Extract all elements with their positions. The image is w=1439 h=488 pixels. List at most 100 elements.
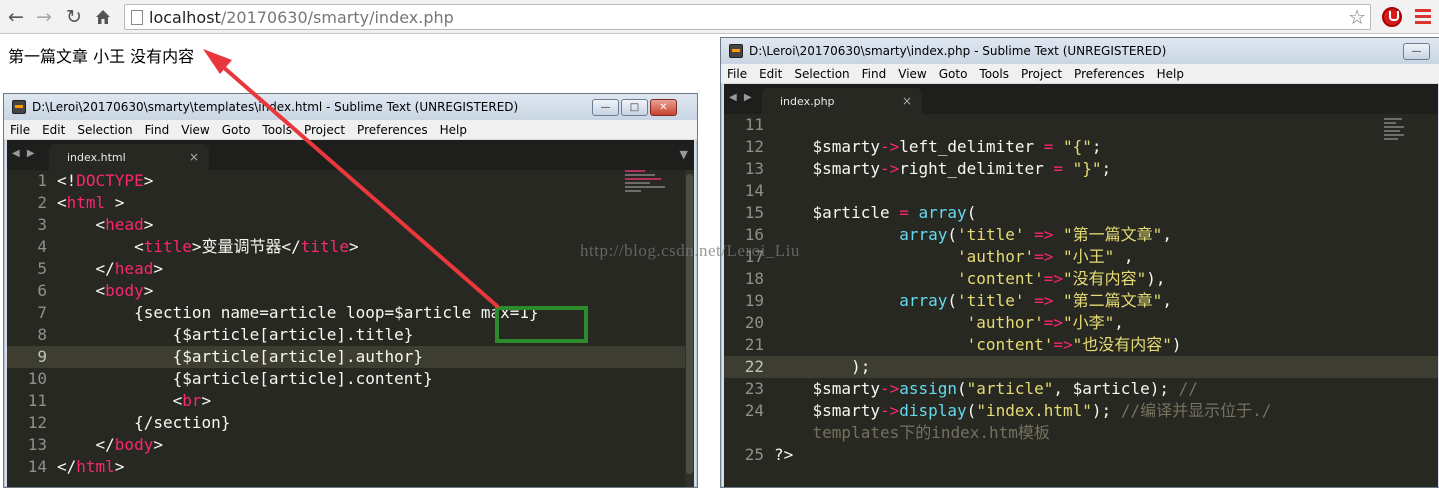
code-editor[interactable]: ◀ ▶ index.html × ▼ 1 <!DOCTYPE> 2 <html > 3 … [7,140,694,487]
tab-close-icon[interactable]: × [189,150,199,164]
reload-icon[interactable]: ↻ [62,5,86,29]
menu-item-project[interactable]: Project [1015,64,1068,84]
line-number: 11 [27,391,47,410]
code-line[interactable]: 8 {$article[article].title} [7,324,694,346]
line-number: 7 [37,303,47,322]
menu-item-file[interactable]: File [721,64,753,84]
minimize-button[interactable]: — [1403,43,1430,60]
line-number: 13 [744,159,764,178]
menu-item-view[interactable]: View [892,64,932,84]
sublime-app-icon [729,44,743,58]
extension-icon[interactable] [1382,7,1402,27]
line-number: 10 [27,369,47,388]
code-line[interactable]: 6 <body> [7,280,694,302]
code-text: $smarty->assign("article", $article); // [774,379,1198,398]
menu-item-edit[interactable]: Edit [753,64,788,84]
menu-item-selection[interactable]: Selection [788,64,855,84]
code-line[interactable]: 13 $smarty->right_delimiter = "}"; [724,158,1438,180]
watermark-text: http://blog.csdn.net/Leroi_Liu [580,241,800,260]
close-button[interactable]: ✕ [650,99,677,116]
code-line[interactable]: 16 array('title' => "第一篇文章", [724,224,1438,246]
menu-item-goto[interactable]: Goto [216,120,257,140]
menu-item-preferences[interactable]: Preferences [1068,64,1151,84]
code-line[interactable]: 15 $article = array( [724,202,1438,224]
back-arrow-icon[interactable]: ← [4,5,28,29]
code-line[interactable]: 10 {$article[article].content} [7,368,694,390]
menu-item-tools[interactable]: Tools [256,120,298,140]
menu-item-help[interactable]: Help [1151,64,1190,84]
code-line[interactable]: 14 </html> [7,456,694,478]
star-icon[interactable]: ☆ [1348,5,1366,29]
code-line[interactable]: 17 'author'=> "小王" , [724,246,1438,268]
code-line[interactable]: 19 array('title' => "第二篇文章", [724,290,1438,312]
line-number: 4 [37,237,47,256]
menu-item-help[interactable]: Help [434,120,473,140]
scroll-thumb[interactable] [686,174,693,474]
line-number: 12 [27,413,47,432]
code-line[interactable]: 12 {/section} [7,412,694,434]
code-line[interactable]: templates下的index.htm模板 [724,422,1438,444]
menu-item-edit[interactable]: Edit [36,120,71,140]
minimap[interactable] [1384,118,1434,152]
menu-bar: File Edit Selection Find View Goto Tools Projec… [4,120,697,140]
menu-item-find[interactable]: Find [856,64,893,84]
home-icon[interactable] [91,5,115,29]
tab-index-php[interactable]: index.php × [762,88,922,114]
minimize-button[interactable]: — [592,99,619,116]
code-line[interactable]: 3 <head> [7,214,694,236]
code-line[interactable]: 20 'author'=>"小李", [724,312,1438,334]
code-line[interactable]: 23 $smarty->assign("article", $article);… [724,378,1438,400]
line-number: 12 [744,137,764,156]
code-line[interactable]: 11 [724,114,1438,136]
menu-item-selection[interactable]: Selection [71,120,138,140]
code-line[interactable]: 7 {section name=article loop=$article ma… [7,302,694,324]
code-line[interactable]: 18 'content'=>"没有内容"), [724,268,1438,290]
code-text: 'content'=>"没有内容"), [957,269,1166,288]
line-number: 24 [744,401,764,420]
menu-item-goto[interactable]: Goto [933,64,974,84]
forward-arrow-icon[interactable]: → [32,5,56,29]
line-number: 5 [37,259,47,278]
code-line[interactable]: 5 </head> [7,258,694,280]
menu-item-file[interactable]: File [4,120,36,140]
tab-dropdown-icon[interactable]: ▼ [680,148,688,161]
code-text: $smarty->left_delimiter = "{"; [774,137,1102,156]
code-line[interactable]: 22 ); [724,356,1438,378]
hamburger-menu-icon[interactable] [1415,9,1431,27]
code-text: $smarty->right_delimiter = "}"; [774,159,1112,178]
line-number: 13 [27,435,47,454]
tab-nav-arrows-icon[interactable]: ◀ ▶ [12,148,37,159]
minimap[interactable] [625,170,675,204]
code-line[interactable]: 1 <!DOCTYPE> [7,170,694,192]
maximize-button[interactable]: □ [621,99,648,116]
code-line[interactable]: 9 {$article[article].author} [7,346,694,368]
tab-nav-arrows-icon[interactable]: ◀ ▶ [729,92,754,103]
code-text: {/section} [57,413,231,432]
code-line[interactable]: 11 <br> [7,390,694,412]
code-text: <html > [57,193,125,212]
code-area[interactable]: 1 <!DOCTYPE> 2 <html >3 <head> 4 <title>变量调节… [7,170,694,487]
menu-item-tools[interactable]: Tools [973,64,1015,84]
tab-index-html[interactable]: index.html × [49,144,209,170]
code-text: <!DOCTYPE> [57,171,154,190]
menu-item-view[interactable]: View [175,120,215,140]
code-line[interactable]: 2 <html > [7,192,694,214]
vertical-scrollbar[interactable] [685,170,694,487]
menu-item-find[interactable]: Find [139,120,176,140]
address-bar[interactable]: localhost/20170630/smarty/index.php ☆ [124,4,1371,30]
code-text: {$article[article].title} [57,325,414,344]
code-area[interactable]: 11 12 $smarty->left_delimiter = "{"; 13 $s… [724,114,1438,487]
menu-item-preferences[interactable]: Preferences [351,120,434,140]
code-line[interactable]: 25 ?> [724,444,1438,466]
code-line[interactable]: 21 'content'=>"也没有内容") [724,334,1438,356]
code-editor[interactable]: ◀ ▶ index.php × 11 12 $smarty->left_delim… [724,84,1438,487]
code-line[interactable]: 14 [724,180,1438,202]
code-line[interactable]: 24 $smarty->display("index.html"); //编译并… [724,400,1438,422]
left-editor-window: D:\Leroi\20170630\smarty\templates\index… [3,93,698,488]
menu-item-project[interactable]: Project [298,120,351,140]
code-text: <body> [57,281,154,300]
code-line[interactable]: 12 $smarty->left_delimiter = "{"; [724,136,1438,158]
line-number: 9 [37,347,47,366]
tab-close-icon[interactable]: × [902,94,912,108]
code-line[interactable]: 13 </body> [7,434,694,456]
